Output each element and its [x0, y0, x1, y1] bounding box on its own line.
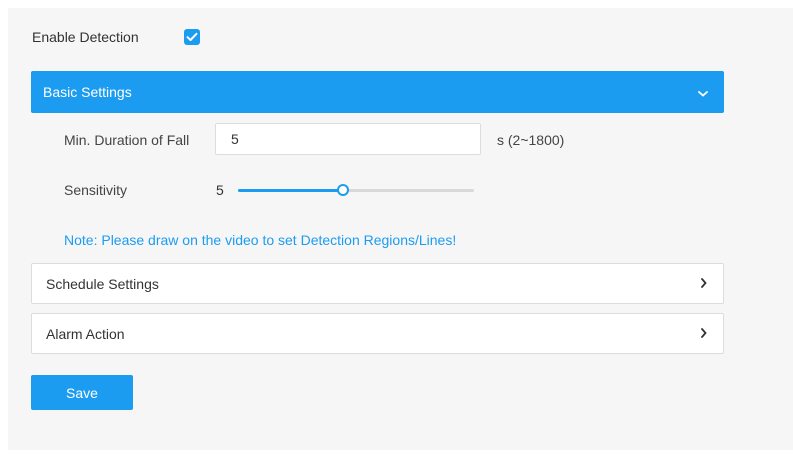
schedule-settings-section[interactable]: Schedule Settings: [31, 263, 724, 304]
checkmark-icon: [186, 32, 198, 41]
chevron-right-icon: [701, 327, 707, 341]
sensitivity-value: 5: [216, 182, 224, 198]
chevron-down-icon: [698, 84, 708, 100]
settings-panel: Enable Detection Basic Settings Min. Dur…: [8, 8, 793, 450]
enable-detection-row: Enable Detection: [32, 28, 200, 46]
sensitivity-label: Sensitivity: [64, 182, 128, 198]
basic-settings-title: Basic Settings: [43, 84, 132, 100]
schedule-settings-header[interactable]: Schedule Settings: [32, 264, 723, 303]
enable-detection-checkbox[interactable]: [184, 29, 200, 45]
alarm-action-header[interactable]: Alarm Action: [32, 314, 723, 353]
save-button[interactable]: Save: [31, 375, 133, 410]
sensitivity-slider-thumb[interactable]: [336, 184, 349, 196]
min-duration-range-hint: s (2~1800): [497, 132, 565, 148]
detection-region-note: Note: Please draw on the video to set De…: [64, 232, 457, 248]
basic-settings-header[interactable]: Basic Settings: [31, 71, 724, 113]
alarm-action-section[interactable]: Alarm Action: [31, 313, 724, 354]
sensitivity-slider[interactable]: [238, 184, 474, 196]
schedule-settings-title: Schedule Settings: [46, 275, 159, 292]
min-duration-input[interactable]: [215, 123, 481, 155]
alarm-action-title: Alarm Action: [46, 325, 125, 342]
enable-detection-label: Enable Detection: [32, 29, 139, 45]
sensitivity-slider-fill: [238, 189, 343, 192]
chevron-right-icon: [701, 277, 707, 291]
min-duration-label: Min. Duration of Fall: [64, 132, 190, 148]
